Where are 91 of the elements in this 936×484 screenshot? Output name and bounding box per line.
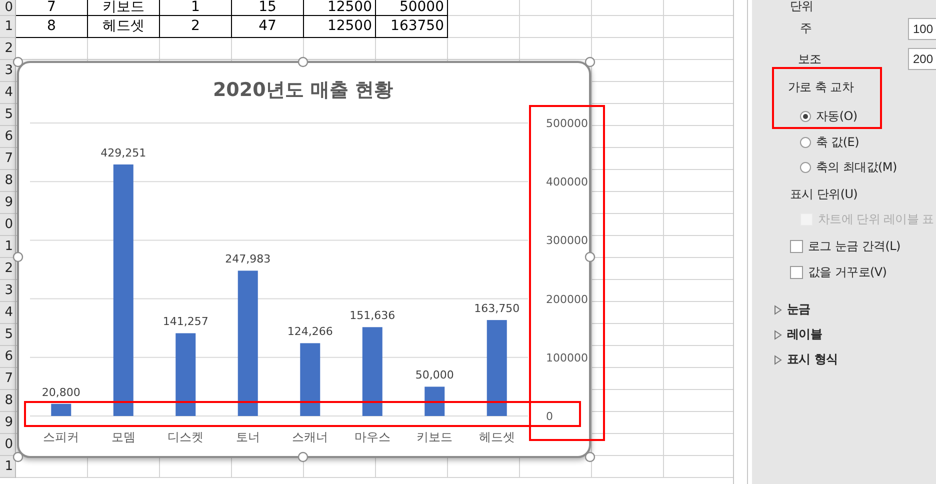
table-cell: 2	[160, 16, 232, 38]
section-header[interactable]: 레이블	[787, 326, 822, 343]
data-label: 163,750	[474, 302, 520, 316]
table-cell: 50000	[376, 0, 448, 16]
bar[interactable]	[486, 320, 507, 416]
table-cell: 키보드	[88, 0, 160, 16]
checkbox-label[interactable]: 값을 거꾸로(V)	[808, 264, 887, 281]
resize-handle[interactable]	[584, 252, 596, 262]
table-cell: 163750	[376, 16, 448, 38]
row-header[interactable]: 0	[0, 214, 15, 236]
data-label: 247,983	[225, 252, 271, 266]
axis-tick-label: 400000	[546, 176, 588, 189]
row-header[interactable]: 9	[0, 192, 15, 214]
row-header[interactable]: 5	[0, 324, 15, 346]
row-header[interactable]: 6	[0, 346, 15, 368]
category-label: 디스켓	[168, 430, 204, 444]
expand-icon[interactable]	[774, 330, 782, 340]
field-label: 주	[800, 20, 812, 37]
option-label[interactable]: 축 값(E)	[816, 134, 859, 151]
category-label: 스캐너	[292, 430, 328, 444]
row-header[interactable]: 8	[0, 390, 15, 412]
option-label[interactable]: 축의 최대값(M)	[816, 159, 897, 176]
row-header[interactable]: 4	[0, 302, 15, 324]
category-label: 키보드	[416, 430, 453, 444]
bar[interactable]	[238, 270, 258, 416]
bar[interactable]	[113, 164, 134, 416]
table-cell: 1	[160, 0, 232, 16]
category-label: 헤드셋	[478, 430, 515, 444]
category-label: 모뎀	[111, 430, 136, 444]
row-header[interactable]: 5	[0, 104, 15, 126]
data-label: 20,800	[42, 386, 80, 399]
category-label: 마우스	[354, 430, 390, 444]
number-input[interactable]: 200	[908, 48, 936, 70]
field-label: 보조	[798, 51, 822, 68]
axis-tick-label: 500000	[546, 117, 588, 130]
resize-handle[interactable]	[12, 452, 24, 462]
resize-handle[interactable]	[298, 452, 308, 462]
checkbox[interactable]	[790, 266, 803, 279]
row-header[interactable]: 1	[0, 16, 15, 38]
resize-handle[interactable]	[584, 56, 596, 68]
group-label: 가로 축 교차	[788, 79, 854, 96]
axis-tick-label: 200000	[546, 292, 588, 306]
row-header[interactable]: 6	[0, 126, 15, 148]
row-header[interactable]: 8	[0, 170, 15, 192]
section-label: 단위	[790, 0, 814, 15]
checkbox[interactable]	[790, 240, 803, 253]
row-header[interactable]: 9	[0, 412, 15, 434]
radio-button[interactable]	[800, 137, 811, 148]
chart-title: 2020년도 매출 현황	[212, 79, 394, 101]
section-header[interactable]: 표시 형식	[787, 351, 838, 368]
row-header[interactable]: 3	[0, 280, 15, 302]
bar[interactable]	[51, 404, 72, 416]
row-header[interactable]: 7	[0, 368, 15, 390]
checkbox-label[interactable]: 로그 눈금 간격(L)	[808, 238, 900, 255]
category-label: 스피커	[43, 430, 80, 444]
option-label[interactable]: 자동(O)	[816, 108, 858, 125]
chart-area[interactable]	[17, 61, 591, 458]
resize-handle[interactable]	[298, 56, 308, 68]
table-cell: 12500	[304, 16, 376, 38]
expand-icon[interactable]	[774, 304, 782, 314]
resize-handle[interactable]	[12, 252, 24, 262]
bar[interactable]	[300, 343, 320, 416]
table-cell: 12500	[304, 0, 376, 16]
row-header[interactable]: 7	[0, 148, 15, 170]
axis-tick-label: 300000	[546, 234, 588, 248]
data-label: 151,636	[350, 309, 396, 322]
resize-handle[interactable]	[12, 56, 24, 68]
axis-tick-label: 100000	[546, 351, 588, 364]
data-label: 124,266	[287, 325, 333, 338]
group-label: 표시 단위(U)	[790, 186, 858, 203]
axis-tick-label: 0	[546, 410, 553, 423]
row-header[interactable]: 4	[0, 82, 15, 104]
number-input[interactable]: 100	[908, 18, 936, 40]
radio-button[interactable]	[800, 111, 811, 122]
data-label: 141,257	[162, 315, 208, 328]
expand-icon[interactable]	[774, 354, 782, 364]
radio-button[interactable]	[800, 162, 811, 173]
data-label: 50,000	[415, 368, 454, 382]
bar[interactable]	[424, 386, 445, 416]
category-label: 토너	[236, 430, 260, 444]
data-label: 429,251	[100, 146, 146, 160]
table-cell: 헤드셋	[88, 16, 160, 38]
table-cell: 47	[232, 16, 304, 38]
resize-handle[interactable]	[584, 452, 596, 462]
table-cell: 15	[232, 0, 304, 16]
section-header[interactable]: 눈금	[787, 301, 810, 318]
row-header[interactable]: 0	[0, 0, 15, 16]
bar[interactable]	[176, 333, 196, 416]
table-cell: 8	[16, 16, 88, 38]
bar[interactable]	[362, 327, 382, 416]
table-cell: 7	[16, 0, 88, 16]
